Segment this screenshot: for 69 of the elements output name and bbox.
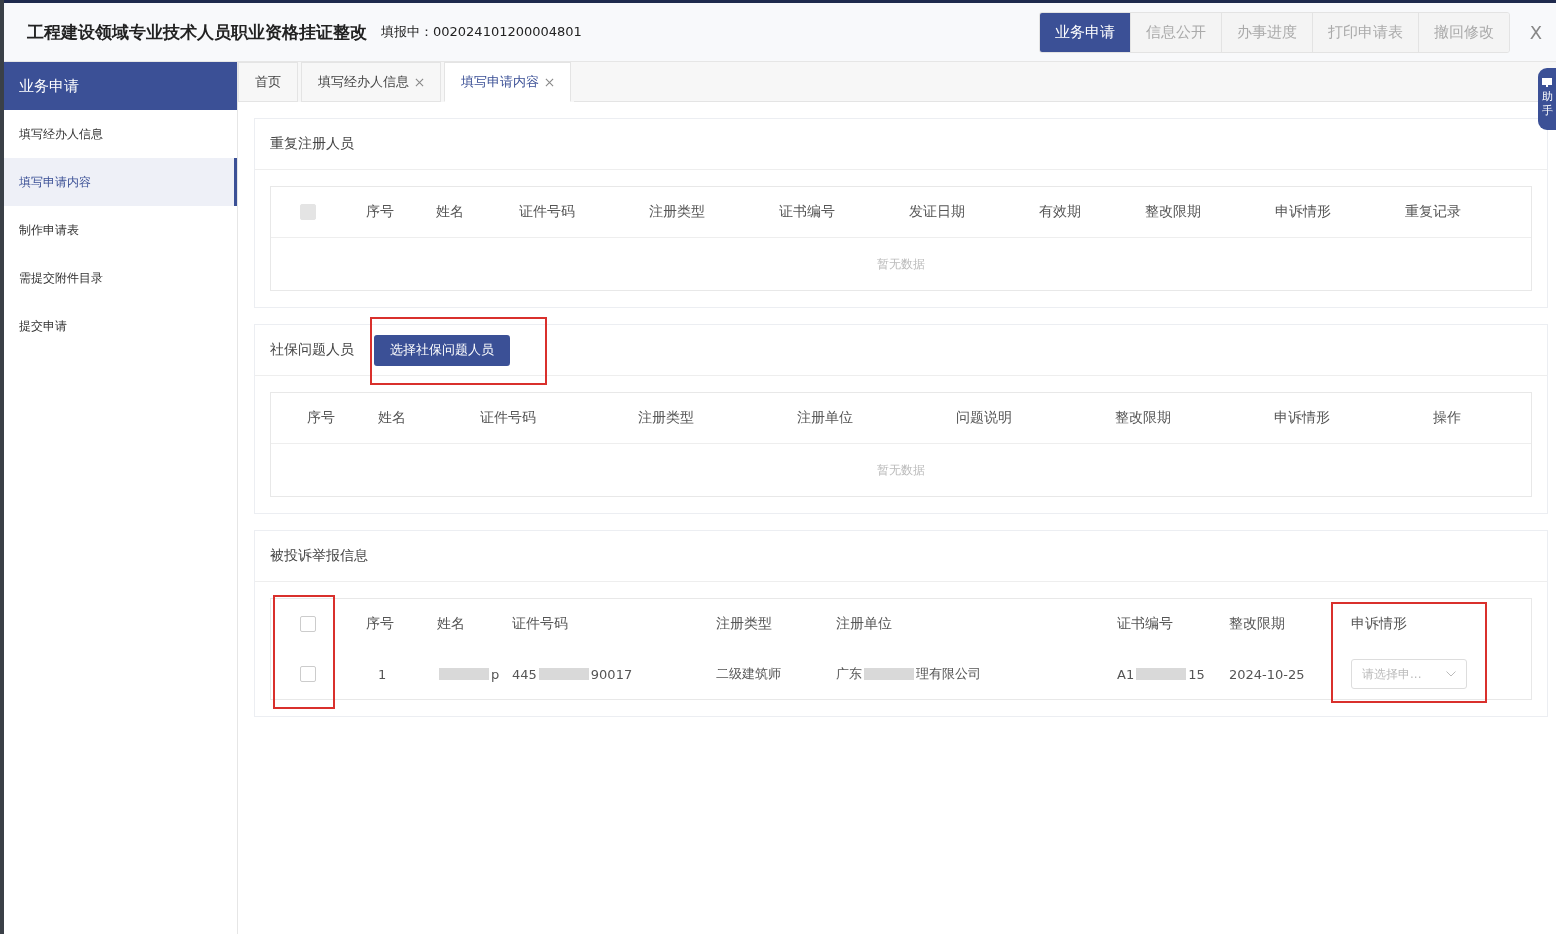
column-header: 申诉情形 [1351, 615, 1407, 633]
column-header: 证件号码 [519, 203, 575, 221]
table-cell: 15 [1188, 666, 1205, 682]
column-header: 姓名 [437, 615, 465, 633]
column-header: 序号 [366, 615, 394, 633]
select-button[interactable]: 选择社保问题人员 [374, 334, 510, 366]
column-header: 注册类型 [649, 203, 705, 221]
column-header: 序号 [307, 409, 335, 427]
window-title: 工程建设领域专业技术人员职业资格挂证整改 [27, 20, 367, 44]
column-header: 证件号码 [512, 615, 568, 633]
monitor-icon [1542, 78, 1552, 88]
status-text: 填报中：002024101200004801 [381, 23, 582, 41]
table-cell: 广东 [836, 665, 862, 683]
table-cell: p [491, 666, 500, 682]
section-title: 重复注册人员 [270, 135, 354, 153]
page-tab[interactable]: 填写申请内容 [444, 62, 571, 102]
column-header: 序号 [366, 203, 394, 221]
page-tab[interactable]: 填写经办人信息 [301, 62, 441, 102]
column-header: 问题说明 [956, 409, 1012, 427]
column-header: 注册单位 [797, 409, 853, 427]
table-cell: 90017 [590, 666, 633, 682]
table-cell: 理有限公司 [916, 665, 981, 683]
column-header: 证书编号 [1117, 615, 1173, 633]
empty-text: 暂无数据 [877, 255, 925, 273]
redaction-block [439, 668, 489, 680]
column-header: 整改限期 [1229, 615, 1285, 633]
empty-text: 暂无数据 [877, 461, 925, 479]
sidebar-item[interactable]: 需提交附件目录 [4, 254, 237, 302]
table-cell: 二级建筑师 [716, 665, 781, 683]
section-title: 被投诉举报信息 [270, 547, 368, 565]
sidebar-item[interactable]: 填写经办人信息 [4, 110, 237, 158]
page-tab[interactable]: 首页 [238, 62, 298, 102]
section-title: 社保问题人员 [270, 341, 354, 359]
table-cell: 2024-10-25 [1229, 666, 1305, 682]
close-icon[interactable] [415, 77, 424, 87]
redaction-block [864, 668, 914, 680]
sidebar-title: 业务申请 [4, 62, 237, 110]
table-cell: A1 [1117, 666, 1135, 682]
helper-button[interactable]: 助手 [1538, 68, 1556, 130]
column-header: 姓名 [436, 203, 464, 221]
table-cell: 445 [512, 666, 537, 682]
column-header: 证件号码 [480, 409, 536, 427]
column-header: 整改限期 [1145, 203, 1201, 221]
checkbox[interactable] [300, 666, 316, 682]
column-header: 注册类型 [716, 615, 772, 633]
table-cell-text: 1 [377, 666, 387, 682]
column-header: 注册单位 [836, 615, 892, 633]
chevron-down-icon [1446, 671, 1456, 677]
column-header: 注册类型 [638, 409, 694, 427]
column-header: 姓名 [378, 409, 406, 427]
column-header: 有效期 [1039, 203, 1081, 221]
tab-label: 首页 [255, 73, 281, 91]
close-icon[interactable] [545, 77, 554, 87]
column-header: 整改限期 [1115, 409, 1171, 427]
column-header: 操作 [1433, 409, 1461, 427]
nav-tab[interactable]: 业务申请 [1039, 12, 1131, 52]
tab-label: 填写申请内容 [461, 73, 539, 91]
column-header: 重复记录 [1405, 203, 1461, 221]
checkbox[interactable] [300, 616, 316, 632]
redaction-block [1136, 668, 1187, 680]
sidebar-item[interactable]: 填写申请内容 [4, 158, 237, 206]
sidebar-item[interactable]: 制作申请表 [4, 206, 237, 254]
column-header: 发证日期 [909, 203, 965, 221]
sidebar-item[interactable]: 提交申请 [4, 302, 237, 350]
tab-label: 填写经办人信息 [318, 73, 409, 91]
column-header: 申诉情形 [1274, 409, 1330, 427]
redaction-block [538, 668, 589, 680]
column-header: 证书编号 [779, 203, 835, 221]
column-header: 申诉情形 [1275, 203, 1331, 221]
